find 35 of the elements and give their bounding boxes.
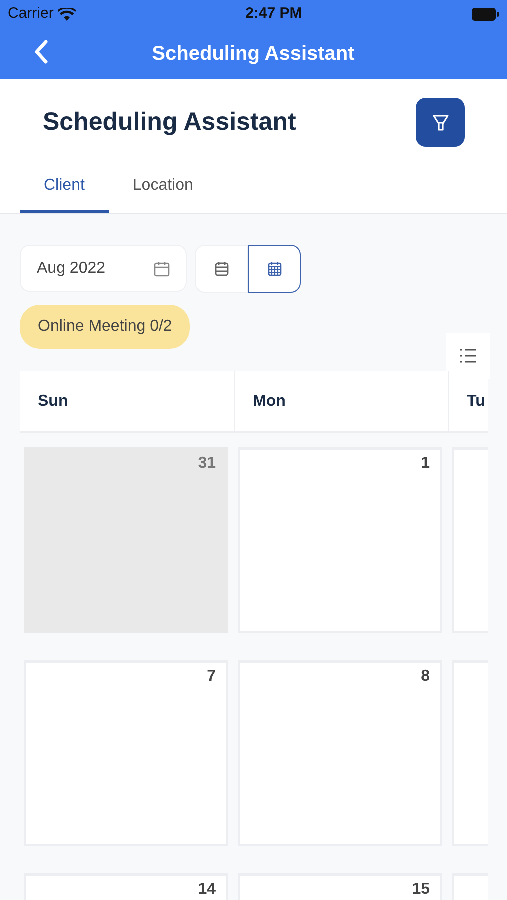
wifi-icon (58, 8, 76, 20)
filter-button[interactable] (416, 98, 465, 147)
month-view-button[interactable] (248, 245, 301, 293)
filter-icon (432, 114, 450, 132)
day-cell[interactable]: 14 (24, 873, 228, 900)
carrier-name: Carrier (8, 4, 54, 24)
weekday-label: Mon (253, 393, 286, 410)
day-number: 7 (207, 668, 216, 685)
calendar-icon (266, 261, 282, 277)
screen-title: Scheduling Assistant (152, 42, 355, 66)
day-number: 1 (421, 455, 430, 472)
day-cell[interactable]: 31 (24, 447, 228, 633)
list-view-button[interactable] (446, 333, 490, 379)
calendar-icon (214, 261, 230, 277)
meeting-chip[interactable]: Online Meeting 0/2 (20, 305, 190, 349)
day-cell[interactable]: 8 (238, 660, 442, 846)
calendar-icon (154, 260, 170, 276)
month-field[interactable]: Aug 2022 (20, 245, 187, 292)
day-number: 14 (198, 881, 216, 898)
day-cell[interactable]: 15 (238, 873, 442, 900)
page-title: Scheduling Assistant (43, 106, 296, 138)
day-number: 31 (198, 455, 216, 472)
back-icon (34, 40, 48, 64)
day-cell[interactable]: 1 (238, 447, 442, 633)
weekday-label: Sun (38, 393, 68, 410)
list-icon (459, 348, 477, 364)
week-view-button[interactable] (195, 245, 248, 293)
clock-time: 2:47 PM (246, 4, 302, 24)
day-number: 8 (421, 668, 430, 685)
battery-icon (472, 8, 499, 20)
day-number: 15 (412, 881, 430, 898)
tab[interactable]: Location (108, 166, 218, 213)
weekday-label: Tu (467, 393, 486, 410)
tab[interactable]: Client (20, 166, 109, 213)
day-cell[interactable]: 7 (24, 660, 228, 846)
